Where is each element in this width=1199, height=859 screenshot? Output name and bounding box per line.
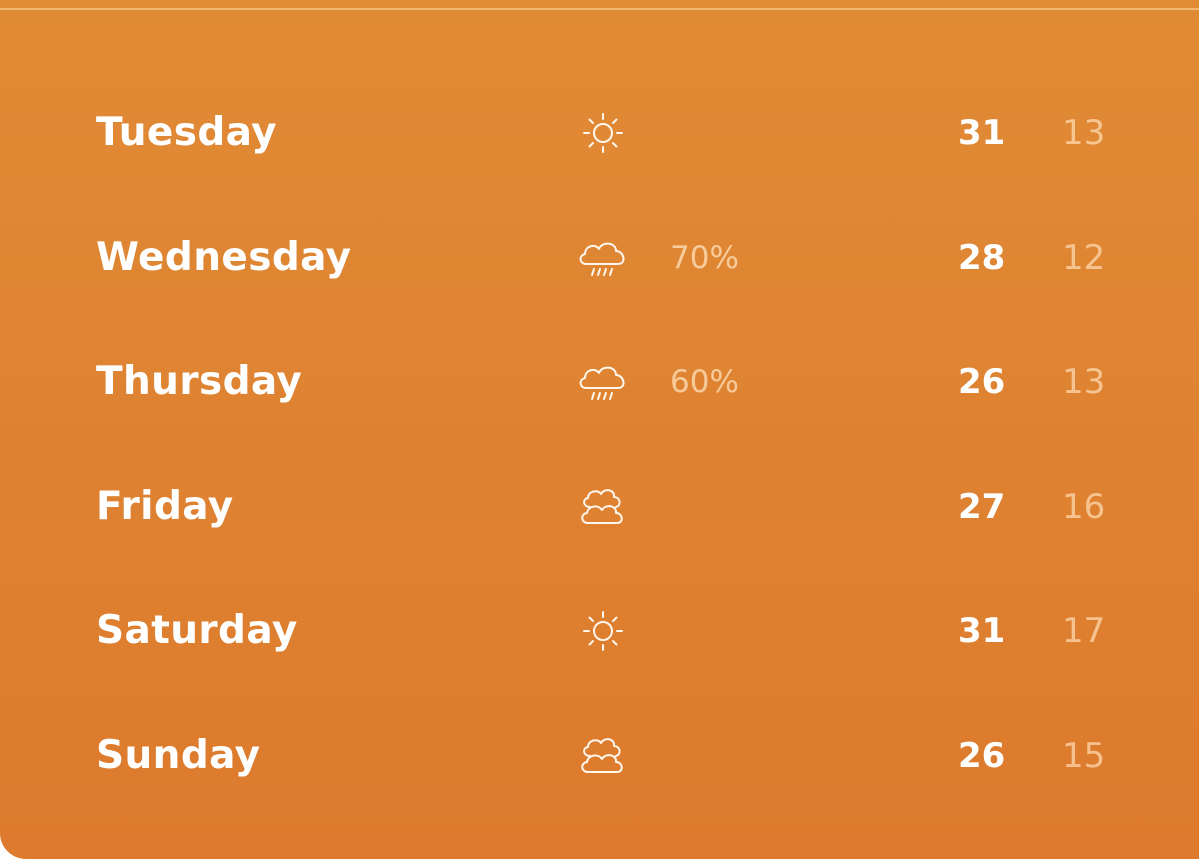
forecast-row-friday[interactable]: Friday 27 16 [0, 477, 1199, 537]
forecast-row-saturday[interactable]: Saturday 31 17 [0, 601, 1199, 661]
low-temp: 16 [1062, 487, 1106, 527]
day-label: Sunday [96, 733, 261, 778]
precip-chance: 70% [670, 240, 739, 276]
forecast-panel: Tuesday 31 13 Wednesday 70% 28 12 Thursd… [0, 0, 1199, 859]
forecast-row-thursday[interactable]: Thursday 60% 26 13 [0, 352, 1199, 412]
high-temp: 28 [958, 238, 1006, 278]
low-temp: 13 [1062, 113, 1106, 153]
sun-icon [574, 109, 632, 157]
forecast-row-wednesday[interactable]: Wednesday 70% 28 12 [0, 228, 1199, 288]
forecast-row-sunday[interactable]: Sunday 26 15 [0, 726, 1199, 786]
day-label: Friday [96, 484, 234, 529]
day-label: Tuesday [96, 110, 278, 155]
rain-cloud-icon [574, 358, 632, 406]
day-label: Wednesday [96, 235, 352, 280]
day-label: Thursday [96, 359, 303, 404]
sun-icon [574, 607, 632, 655]
rain-cloud-icon [574, 234, 632, 282]
high-temp: 27 [958, 487, 1006, 527]
day-label: Saturday [96, 608, 298, 653]
precip-chance: 60% [670, 364, 739, 400]
forecast-row-tuesday[interactable]: Tuesday 31 13 [0, 103, 1199, 163]
low-temp: 13 [1062, 362, 1106, 402]
high-temp: 31 [958, 611, 1006, 651]
clouds-icon [574, 483, 632, 531]
low-temp: 12 [1062, 238, 1106, 278]
low-temp: 17 [1062, 611, 1106, 651]
clouds-icon [574, 732, 632, 780]
high-temp: 26 [958, 362, 1006, 402]
low-temp: 15 [1062, 736, 1106, 776]
high-temp: 31 [958, 113, 1006, 153]
divider [0, 8, 1199, 10]
high-temp: 26 [958, 736, 1006, 776]
